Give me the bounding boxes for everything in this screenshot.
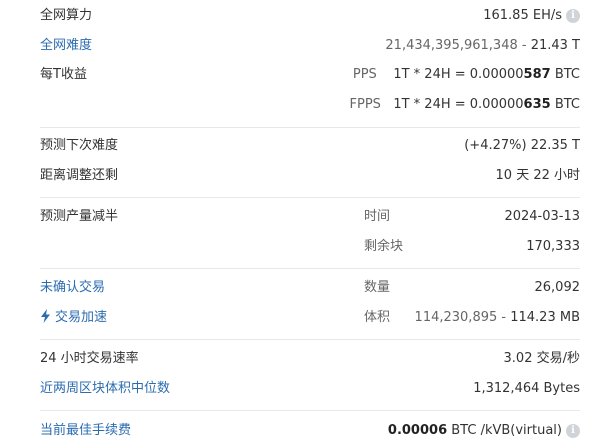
tx-accelerate-label: 交易加速 (55, 310, 108, 325)
divider (40, 127, 580, 128)
revenue-fpps-value: FPPS 1T * 24H = 0.00000635 BTC (350, 95, 581, 115)
next-difficulty-row: 预测下次难度 (+4.27%) 22.35 T (40, 136, 580, 156)
revenue-fpps-row: FPPS 1T * 24H = 0.00000635 BTC (40, 95, 581, 115)
network-hashrate-row: 全网算力 161.85 EH/s i (40, 6, 580, 26)
halving-label: 预测产量减半 (40, 209, 119, 224)
median-block-size-value: 1,312,464 Bytes (473, 381, 580, 396)
tx-accelerate-row: 交易加速 体积 114,230,895 - 114.23 MB (40, 308, 580, 328)
divider (40, 410, 580, 411)
divider (40, 339, 580, 340)
best-fee-value: 0.00006 BTC /kVB(virtual) (388, 421, 562, 441)
tx-accelerate-link[interactable]: 交易加速 (40, 308, 107, 328)
network-difficulty-raw: 21,434,395,961,348 (385, 38, 518, 53)
tx-rate-label: 24 小时交易速率 (40, 351, 139, 366)
network-difficulty-short: 21.43 T (530, 38, 580, 53)
next-difficulty-change: (+4.27%) (464, 138, 527, 153)
tx-size-raw: 114,230,895 (414, 310, 498, 325)
tx-rate-value: 3.02 交易/秒 (503, 351, 580, 366)
halving-blocks-label: 剩余块 (364, 239, 404, 254)
next-difficulty-value: (+4.27%) 22.35 T (464, 136, 580, 156)
divider (40, 197, 580, 198)
unconfirmed-count-value: 26,092 (534, 280, 581, 295)
tx-rate-row: 24 小时交易速率 3.02 交易/秒 (40, 349, 580, 369)
best-fee-row: 当前最佳手续费 0.00006 BTC /kVB(virtual) i (40, 421, 580, 441)
median-block-size-row: 近两周区块体积中位数 1,312,464 Bytes (40, 379, 580, 399)
tx-size-value: 114,230,895 - 114.23 MB (415, 308, 580, 328)
median-block-size-link[interactable]: 近两周区块体积中位数 (40, 379, 170, 399)
lightning-bolt-icon (41, 309, 50, 323)
revenue-per-t-label: 每T收益 (40, 67, 87, 82)
network-difficulty-value: 21,434,395,961,348 - 21.43 T (385, 36, 580, 56)
network-stats-panel: 全网算力 161.85 EH/s i 全网难度 21,434,395,961,3… (0, 0, 606, 448)
pps-value-prefix: 0.00000 (469, 67, 524, 82)
revenue-pps-value: PPS 1T * 24H = 0.00000587 BTC (353, 65, 580, 85)
pps-unit: BTC (550, 67, 580, 82)
best-fee-link[interactable]: 当前最佳手续费 (40, 421, 131, 441)
network-hashrate-label: 全网算力 (40, 8, 93, 23)
tx-size-label: 体积 (364, 310, 391, 325)
fpps-formula: 1T * 24H = (393, 97, 470, 112)
best-fee-unit: BTC /kVB(virtual) (447, 423, 562, 438)
network-difficulty-separator: - (517, 38, 531, 53)
network-hashrate-value: 161.85 EH/s (483, 8, 562, 23)
halving-time-value: 2024-03-13 (504, 209, 580, 224)
unconfirmed-count-label: 数量 (364, 280, 391, 295)
halving-blocks-value: 170,333 (526, 239, 580, 254)
fpps-value-digits: 635 (523, 97, 551, 112)
revenue-pps-row: 每T收益 PPS 1T * 24H = 0.00000587 BTC (40, 65, 580, 85)
unconfirmed-row: 未确认交易 数量 26,092 (40, 278, 580, 298)
info-icon[interactable]: i (566, 424, 580, 438)
time-to-adjust-value: 10 天 22 小时 (495, 168, 580, 183)
pps-label: PPS (352, 67, 377, 82)
network-difficulty-link[interactable]: 全网难度 (40, 36, 92, 56)
halving-time-row: 预测产量减半 时间 2024-03-13 (40, 207, 580, 227)
fpps-value-prefix: 0.00000 (469, 97, 524, 112)
fpps-unit: BTC (550, 97, 580, 112)
halving-time-label: 时间 (364, 209, 391, 224)
halving-blocks-row: 剩余块 170,333 (40, 237, 580, 257)
time-to-adjust-label: 距离调整还剩 (40, 168, 119, 183)
network-difficulty-row: 全网难度 21,434,395,961,348 - 21.43 T (40, 36, 580, 56)
tx-size-short: 114.23 MB (510, 310, 580, 325)
info-icon[interactable]: i (566, 9, 580, 23)
tx-size-separator: - (497, 310, 511, 325)
fpps-label: FPPS (349, 97, 381, 112)
time-to-adjust-row: 距离调整还剩 10 天 22 小时 (40, 166, 580, 186)
next-difficulty-label: 预测下次难度 (40, 138, 119, 153)
pps-formula: 1T * 24H = (393, 67, 470, 82)
best-fee-amount: 0.00006 (387, 423, 448, 438)
pps-value-digits: 587 (523, 67, 551, 82)
unconfirmed-link[interactable]: 未确认交易 (40, 278, 105, 298)
next-difficulty-amount: 22.35 T (526, 138, 580, 153)
divider (40, 268, 580, 269)
